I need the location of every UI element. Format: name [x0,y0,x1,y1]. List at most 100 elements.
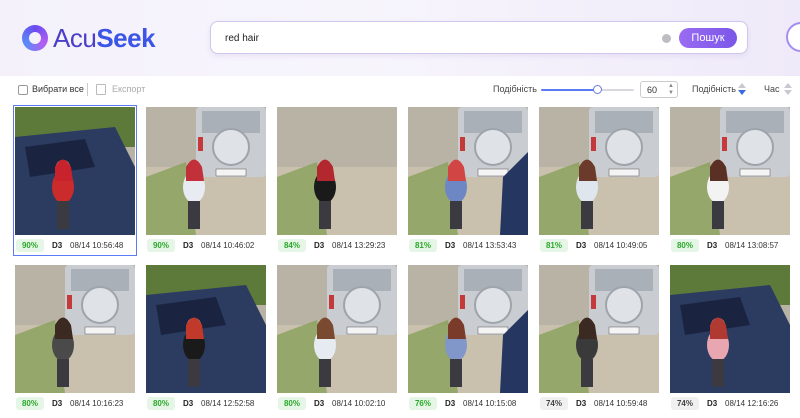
logo-text-seek: Seek [96,22,156,53]
result-info: 76% D3 08/14 10:15:08 [407,394,529,412]
result-thumbnail[interactable] [408,265,528,393]
thumbnail-image [408,265,528,393]
export-icon[interactable] [96,84,106,95]
similarity-badge: 80% [147,397,175,410]
stepper-arrows-icon[interactable]: ▲ ▼ [668,83,674,97]
camera-label: D3 [707,241,718,250]
timestamp: 08/14 12:16:26 [725,399,779,408]
sort-similarity-icon[interactable] [737,82,747,96]
similarity-badge: 90% [147,239,175,252]
result-card[interactable]: 81% D3 08/14 13:53:43 [407,106,529,255]
export-button[interactable]: Експорт [112,84,145,94]
sort-by-similarity[interactable]: Подібність [692,84,736,94]
similarity-number-input[interactable]: 60 ▲ ▼ [640,81,678,98]
similarity-badge: 80% [671,239,699,252]
camera-label: D3 [52,241,63,250]
result-thumbnail[interactable] [15,265,135,393]
toolbar-divider [87,83,88,96]
timestamp: 08/14 13:53:43 [463,241,517,250]
clear-icon[interactable] [662,34,671,43]
timestamp: 08/14 10:02:10 [332,399,386,408]
result-info: 84% D3 08/14 13:29:23 [276,236,398,254]
similarity-badge: 74% [540,397,568,410]
timestamp: 08/14 10:49:05 [594,241,648,250]
result-card[interactable]: 80% D3 08/14 10:16:23 [14,264,136,413]
thumbnail-image [670,265,790,393]
similarity-slider-fill [541,89,597,91]
similarity-value: 60 [647,85,658,95]
similarity-slider[interactable] [541,89,634,91]
thumbnail-image [146,265,266,393]
similarity-slider-handle[interactable] [592,85,602,94]
results-grid: 90% D3 08/14 10:56:48 90% D3 08/14 10:46:02 84… [13,105,800,418]
similarity-badge: 76% [409,397,437,410]
thumbnail-image [146,107,266,235]
result-card[interactable]: 90% D3 08/14 10:46:02 [145,106,267,255]
thumbnail-image [277,107,397,235]
app-header: AcuSeek Пошук [0,0,800,76]
timestamp: 08/14 13:29:23 [332,241,386,250]
camera-label: D3 [183,241,194,250]
logo-mark-icon [22,25,48,51]
camera-label: D3 [314,399,325,408]
thumbnail-image [15,107,135,235]
result-card[interactable]: 74% D3 08/14 12:16:26 [669,264,791,413]
result-card[interactable]: 90% D3 08/14 10:56:48 [13,105,137,256]
result-thumbnail[interactable] [539,265,659,393]
result-info: 90% D3 08/14 10:56:48 [14,236,136,254]
result-thumbnail[interactable] [146,107,266,235]
camera-label: D3 [576,399,587,408]
select-all-label[interactable]: Вибрати все [32,84,84,94]
camera-label: D3 [52,399,63,408]
search-input[interactable] [225,30,645,47]
similarity-badge: 84% [278,239,306,252]
thumbnail-image [670,107,790,235]
similarity-badge: 81% [409,239,437,252]
result-thumbnail[interactable] [15,107,135,235]
similarity-label: Подібність [493,84,537,94]
result-thumbnail[interactable] [408,107,528,235]
acuseek-logo: AcuSeek [22,22,156,54]
logo-text: AcuSeek [53,22,156,54]
result-card[interactable]: 81% D3 08/14 10:49:05 [538,106,660,255]
result-thumbnail[interactable] [670,107,790,235]
result-info: 80% D3 08/14 13:08:57 [669,236,791,254]
result-card[interactable]: 76% D3 08/14 10:15:08 [407,264,529,413]
result-thumbnail[interactable] [277,265,397,393]
similarity-badge: 80% [16,397,44,410]
result-thumbnail[interactable] [539,107,659,235]
timestamp: 08/14 13:08:57 [725,241,779,250]
select-all-checkbox[interactable] [18,85,28,95]
thumbnail-image [408,107,528,235]
similarity-badge: 80% [278,397,306,410]
camera-label: D3 [445,399,456,408]
camera-label: D3 [314,241,325,250]
search-button[interactable]: Пошук [679,28,737,48]
result-thumbnail[interactable] [146,265,266,393]
sort-time-icon[interactable] [783,82,793,96]
camera-label: D3 [707,399,718,408]
result-card[interactable]: 80% D3 08/14 10:02:10 [276,264,398,413]
timestamp: 08/14 10:59:48 [594,399,648,408]
thumbnail-image [277,265,397,393]
result-thumbnail[interactable] [277,107,397,235]
side-panel-toggle[interactable] [786,22,800,52]
result-card[interactable]: 80% D3 08/14 12:52:58 [145,264,267,413]
thumbnail-image [539,107,659,235]
result-card[interactable]: 80% D3 08/14 13:08:57 [669,106,791,255]
result-thumbnail[interactable] [670,265,790,393]
result-info: 74% D3 08/14 12:16:26 [669,394,791,412]
sort-by-time[interactable]: Час [764,84,780,94]
result-info: 80% D3 08/14 10:02:10 [276,394,398,412]
result-card[interactable]: 84% D3 08/14 13:29:23 [276,106,398,255]
timestamp: 08/14 10:16:23 [70,399,124,408]
result-info: 80% D3 08/14 12:52:58 [145,394,267,412]
result-info: 81% D3 08/14 13:53:43 [407,236,529,254]
camera-label: D3 [576,241,587,250]
camera-label: D3 [445,241,456,250]
timestamp: 08/14 10:46:02 [201,241,255,250]
timestamp: 08/14 10:15:08 [463,399,517,408]
result-card[interactable]: 74% D3 08/14 10:59:48 [538,264,660,413]
result-info: 81% D3 08/14 10:49:05 [538,236,660,254]
result-info: 90% D3 08/14 10:46:02 [145,236,267,254]
